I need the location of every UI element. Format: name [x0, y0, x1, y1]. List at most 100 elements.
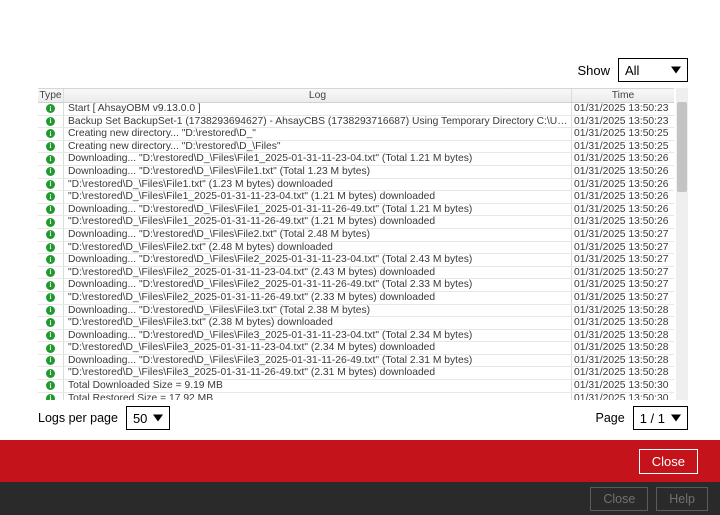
- page-label: Page: [596, 411, 625, 425]
- table-row[interactable]: "D:\restored\D_\Files\File1_2025-01-31-1…: [38, 191, 674, 204]
- table-row[interactable]: "D:\restored\D_\Files\File2_2025-01-31-1…: [38, 267, 674, 280]
- table-row[interactable]: Downloading... "D:\restored\D_\Files\Fil…: [38, 355, 674, 368]
- table-row[interactable]: Downloading... "D:\restored\D_\Files\Fil…: [38, 279, 674, 292]
- log-table: Type Log Time Start [ AhsayOBM v9.13.0.0…: [38, 88, 674, 400]
- cell-type: [38, 103, 64, 115]
- scrollbar-thumb[interactable]: [677, 102, 687, 192]
- table-row[interactable]: Backup Set BackupSet-1 (1738293694627) -…: [38, 116, 674, 129]
- table-row[interactable]: "D:\restored\D_\Files\File2_2025-01-31-1…: [38, 292, 674, 305]
- cell-log: Total Downloaded Size = 9.19 MB: [64, 380, 572, 392]
- dialog-action-bar: Close: [0, 440, 720, 482]
- page-select[interactable]: 1 / 1: [633, 406, 688, 430]
- log-table-wrap: Type Log Time Start [ AhsayOBM v9.13.0.0…: [38, 88, 688, 400]
- cell-log: "D:\restored\D_\Files\File3.txt" (2.38 M…: [64, 317, 572, 329]
- filter-select-value: All: [625, 63, 639, 78]
- table-row[interactable]: "D:\restored\D_\Files\File2.txt" (2.48 M…: [38, 242, 674, 255]
- info-icon: [46, 117, 55, 126]
- cell-time: 01/31/2025 13:50:26: [572, 216, 674, 228]
- cell-time: 01/31/2025 13:50:26: [572, 166, 674, 178]
- cell-type: [38, 292, 64, 304]
- cell-log: Creating new directory... "D:\restored\D…: [64, 128, 572, 140]
- cell-type: [38, 330, 64, 342]
- table-row[interactable]: Downloading... "D:\restored\D_\Files\Fil…: [38, 166, 674, 179]
- table-row[interactable]: Total Restored Size = 17.92 MB01/31/2025…: [38, 393, 674, 400]
- table-row[interactable]: "D:\restored\D_\Files\File3.txt" (2.38 M…: [38, 317, 674, 330]
- table-row[interactable]: Downloading... "D:\restored\D_\Files\Fil…: [38, 330, 674, 343]
- cell-type: [38, 229, 64, 241]
- cell-type: [38, 367, 64, 379]
- info-icon: [46, 104, 55, 113]
- scrollbar-track[interactable]: [676, 88, 688, 400]
- info-icon: [46, 167, 55, 176]
- info-icon: [46, 318, 55, 327]
- table-row[interactable]: Creating new directory... "D:\restored\D…: [38, 141, 674, 154]
- table-row[interactable]: "D:\restored\D_\Files\File3_2025-01-31-1…: [38, 367, 674, 380]
- cell-type: [38, 116, 64, 128]
- cell-type: [38, 305, 64, 317]
- cell-time: 01/31/2025 13:50:27: [572, 292, 674, 304]
- table-row[interactable]: Creating new directory... "D:\restored\D…: [38, 128, 674, 141]
- footer-help-button[interactable]: Help: [656, 487, 708, 511]
- table-header: Type Log Time: [38, 88, 674, 103]
- cell-type: [38, 153, 64, 165]
- table-row[interactable]: Downloading... "D:\restored\D_\Files\Fil…: [38, 204, 674, 217]
- cell-time: 01/31/2025 13:50:28: [572, 305, 674, 317]
- cell-log: "D:\restored\D_\Files\File1.txt" (1.23 M…: [64, 179, 572, 191]
- info-icon: [46, 306, 55, 315]
- close-button[interactable]: Close: [639, 449, 698, 474]
- info-icon: [46, 243, 55, 252]
- table-row[interactable]: Total Downloaded Size = 9.19 MB01/31/202…: [38, 380, 674, 393]
- info-icon: [46, 344, 55, 353]
- cell-log: "D:\restored\D_\Files\File2_2025-01-31-1…: [64, 267, 572, 279]
- cell-type: [38, 342, 64, 354]
- filter-label: Show: [577, 63, 610, 78]
- cell-type: [38, 191, 64, 203]
- col-header-type[interactable]: Type: [38, 89, 64, 102]
- cell-log: "D:\restored\D_\Files\File1_2025-01-31-1…: [64, 216, 572, 228]
- cell-log: Downloading... "D:\restored\D_\Files\Fil…: [64, 229, 572, 241]
- cell-log: Total Restored Size = 17.92 MB: [64, 393, 572, 400]
- info-icon: [46, 230, 55, 239]
- footer-close-button[interactable]: Close: [590, 487, 648, 511]
- cell-type: [38, 317, 64, 329]
- cell-time: 01/31/2025 13:50:23: [572, 116, 674, 128]
- cell-time: 01/31/2025 13:50:28: [572, 367, 674, 379]
- filter-controls: Show All: [577, 58, 688, 82]
- log-dialog-panel: Show All Type Log Time Start [ AhsayOBM …: [0, 0, 720, 440]
- info-icon: [46, 142, 55, 151]
- info-icon: [46, 192, 55, 201]
- cell-type: [38, 166, 64, 178]
- cell-log: Start [ AhsayOBM v9.13.0.0 ]: [64, 103, 572, 115]
- cell-type: [38, 141, 64, 153]
- logs-per-page-select[interactable]: 50: [126, 406, 170, 430]
- pager-row: Logs per page 50 Page 1 / 1: [38, 406, 688, 430]
- table-row[interactable]: "D:\restored\D_\Files\File1_2025-01-31-1…: [38, 216, 674, 229]
- filter-select[interactable]: All: [618, 58, 688, 82]
- table-row[interactable]: Start [ AhsayOBM v9.13.0.0 ]01/31/2025 1…: [38, 103, 674, 116]
- logs-per-page-label: Logs per page: [38, 411, 118, 425]
- cell-type: [38, 355, 64, 367]
- cell-time: 01/31/2025 13:50:30: [572, 393, 674, 400]
- table-body: Start [ AhsayOBM v9.13.0.0 ]01/31/2025 1…: [38, 103, 674, 400]
- cell-time: 01/31/2025 13:50:25: [572, 141, 674, 153]
- table-row[interactable]: "D:\restored\D_\Files\File1.txt" (1.23 M…: [38, 179, 674, 192]
- cell-time: 01/31/2025 13:50:26: [572, 179, 674, 191]
- cell-time: 01/31/2025 13:50:25: [572, 128, 674, 140]
- table-row[interactable]: Downloading... "D:\restored\D_\Files\Fil…: [38, 153, 674, 166]
- logs-per-page-value: 50: [133, 411, 147, 426]
- cell-time: 01/31/2025 13:50:27: [572, 242, 674, 254]
- cell-log: Downloading... "D:\restored\D_\Files\Fil…: [64, 305, 572, 317]
- cell-time: 01/31/2025 13:50:23: [572, 103, 674, 115]
- info-icon: [46, 180, 55, 189]
- info-icon: [46, 218, 55, 227]
- table-row[interactable]: Downloading... "D:\restored\D_\Files\Fil…: [38, 229, 674, 242]
- table-row[interactable]: Downloading... "D:\restored\D_\Files\Fil…: [38, 254, 674, 267]
- cell-time: 01/31/2025 13:50:28: [572, 342, 674, 354]
- col-header-time[interactable]: Time: [572, 89, 674, 102]
- info-icon: [46, 129, 55, 138]
- info-icon: [46, 268, 55, 277]
- col-header-log[interactable]: Log: [64, 89, 572, 102]
- table-row[interactable]: "D:\restored\D_\Files\File3_2025-01-31-1…: [38, 342, 674, 355]
- table-row[interactable]: Downloading... "D:\restored\D_\Files\Fil…: [38, 305, 674, 318]
- cell-log: Downloading... "D:\restored\D_\Files\Fil…: [64, 254, 572, 266]
